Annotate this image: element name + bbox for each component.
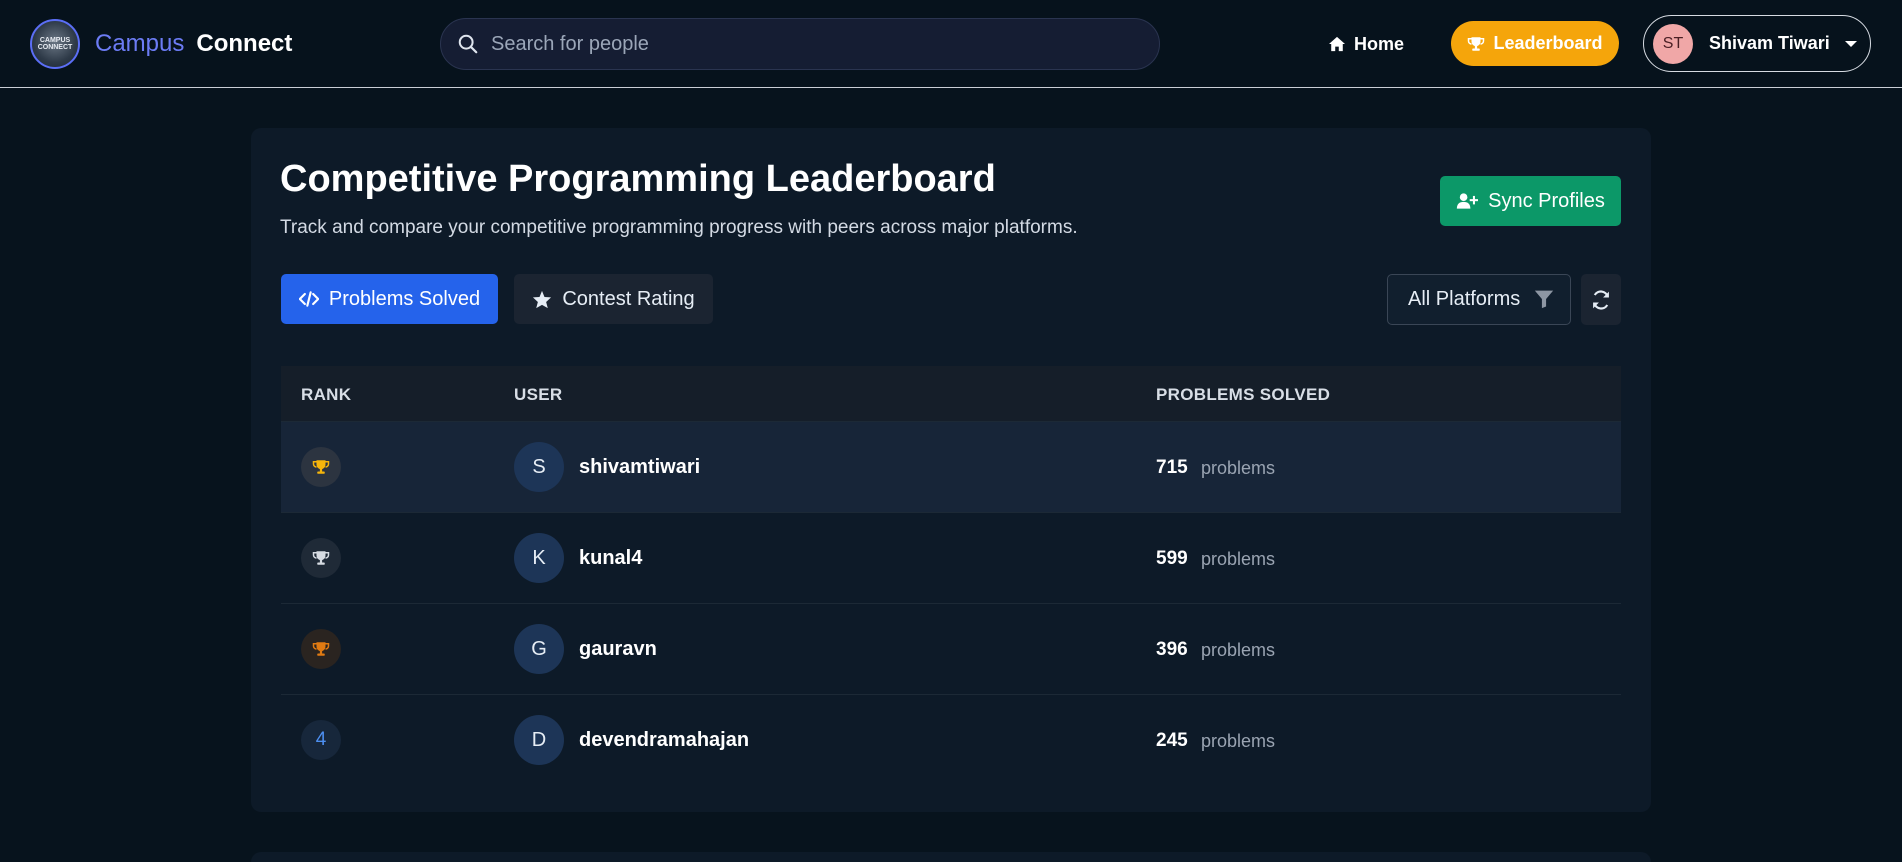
tab-contest-label: Contest Rating bbox=[562, 287, 695, 310]
sync-profiles-button[interactable]: Sync Profiles bbox=[1440, 176, 1621, 226]
avatar[interactable]: S bbox=[514, 442, 564, 492]
table-row[interactable]: 4 D devendramahajan 245 problems bbox=[281, 694, 1621, 785]
campus-connect-logo[interactable]: CAMPUS CONNECT bbox=[30, 19, 80, 69]
rank-badge: 4 bbox=[301, 720, 341, 760]
trophy-gold-icon bbox=[312, 460, 330, 474]
logo-text: CAMPUS CONNECT bbox=[37, 37, 73, 51]
tab-problems-solved[interactable]: Problems Solved bbox=[281, 274, 498, 324]
code-icon bbox=[298, 291, 319, 307]
platform-filter-select[interactable]: All Platforms bbox=[1387, 274, 1571, 325]
refresh-button[interactable] bbox=[1581, 274, 1621, 325]
problems-unit: problems bbox=[1201, 640, 1276, 660]
col-rank-header: RANK bbox=[301, 385, 352, 404]
nav-leaderboard-label: Leaderboard bbox=[1493, 33, 1603, 53]
problems-count: 715 bbox=[1156, 457, 1188, 478]
username-link[interactable]: devendramahajan bbox=[579, 729, 749, 752]
platform-filter-value: All Platforms bbox=[1408, 288, 1521, 310]
nav-leaderboard-link[interactable]: Leaderboard bbox=[1451, 21, 1619, 66]
rank-badge-silver bbox=[301, 538, 341, 578]
user-avatar: ST bbox=[1653, 23, 1693, 64]
problems-unit: problems bbox=[1201, 549, 1276, 569]
next-section-card bbox=[251, 852, 1651, 862]
refresh-icon bbox=[1593, 289, 1609, 310]
problems-count: 599 bbox=[1156, 548, 1188, 569]
username-link[interactable]: shivamtiwari bbox=[579, 456, 700, 479]
rank-badge-gold bbox=[301, 447, 341, 487]
top-navbar: CAMPUS CONNECT Campus Connect Home Leader… bbox=[0, 0, 1902, 88]
user-plus-icon bbox=[1456, 193, 1479, 209]
col-problems-header: PROBLEMS SOLVED bbox=[1156, 385, 1331, 404]
user-menu-button[interactable]: ST Shivam Tiwari bbox=[1643, 15, 1871, 72]
avatar[interactable]: G bbox=[514, 624, 564, 674]
page-subtitle: Track and compare your competitive progr… bbox=[280, 217, 1078, 238]
brand-name[interactable]: Campus Connect bbox=[95, 30, 292, 58]
tab-contest-rating[interactable]: Contest Rating bbox=[514, 274, 713, 324]
table-row[interactable]: K kunal4 599 problems bbox=[281, 512, 1621, 603]
caret-down-icon bbox=[1844, 40, 1857, 47]
problems-unit: problems bbox=[1201, 731, 1276, 751]
people-search-box[interactable] bbox=[440, 18, 1160, 70]
search-icon bbox=[458, 34, 478, 54]
tab-problems-label: Problems Solved bbox=[328, 287, 481, 310]
filter-icon bbox=[1534, 290, 1554, 309]
brand-first-word: Campus bbox=[95, 30, 185, 57]
rank-number: 4 bbox=[315, 729, 327, 750]
brand-second-word: Connect bbox=[196, 30, 293, 57]
rank-badge-bronze bbox=[301, 629, 341, 669]
nav-home-label: Home bbox=[1354, 33, 1405, 54]
sync-profiles-label: Sync Profiles bbox=[1488, 189, 1605, 212]
table-row[interactable]: G gauravn 396 problems bbox=[281, 603, 1621, 694]
username-link[interactable]: kunal4 bbox=[579, 547, 642, 570]
trophy-icon bbox=[1468, 36, 1485, 51]
home-icon bbox=[1329, 36, 1345, 52]
avatar[interactable]: K bbox=[514, 533, 564, 583]
page-title: Competitive Programming Leaderboard bbox=[280, 158, 996, 200]
table-row[interactable]: S shivamtiwari 715 problems bbox=[281, 421, 1621, 512]
search-input[interactable] bbox=[491, 19, 1141, 69]
avatar[interactable]: D bbox=[514, 715, 564, 765]
problems-count: 245 bbox=[1156, 730, 1188, 751]
trophy-bronze-icon bbox=[312, 642, 330, 656]
table-header: RANK USER PROBLEMS SOLVED bbox=[281, 366, 1621, 422]
star-icon bbox=[533, 290, 552, 308]
trophy-silver-icon bbox=[312, 551, 330, 565]
username-link[interactable]: gauravn bbox=[579, 638, 657, 661]
problems-count: 396 bbox=[1156, 639, 1188, 660]
col-user-header: USER bbox=[514, 385, 563, 404]
nav-home-link[interactable]: Home bbox=[1328, 30, 1404, 58]
problems-unit: problems bbox=[1201, 458, 1276, 478]
user-name: Shivam Tiwari bbox=[1709, 33, 1830, 53]
